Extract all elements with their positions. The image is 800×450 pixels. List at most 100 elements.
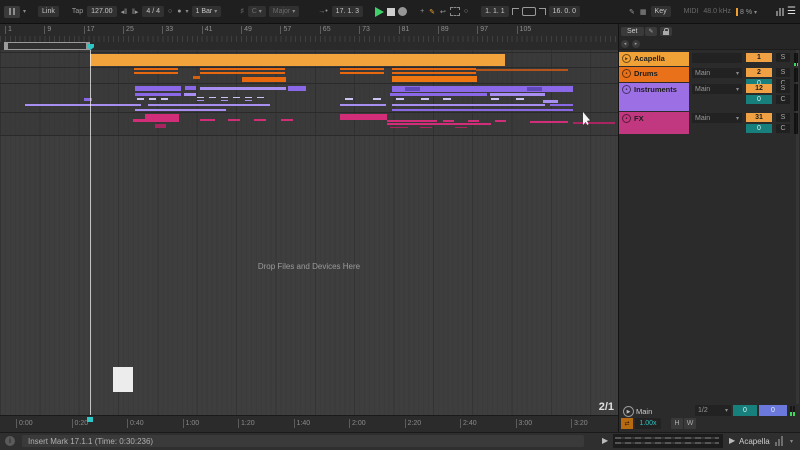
clip[interactable] bbox=[390, 126, 408, 128]
clip[interactable] bbox=[443, 119, 454, 122]
clip[interactable] bbox=[197, 99, 204, 101]
control-surface-icon[interactable] bbox=[4, 5, 20, 18]
midi-map-button[interactable]: MIDI bbox=[683, 6, 700, 17]
clip[interactable] bbox=[281, 118, 293, 121]
clip[interactable] bbox=[527, 87, 542, 91]
clip[interactable] bbox=[113, 367, 133, 392]
loop-switch-icon[interactable] bbox=[521, 7, 536, 16]
track-color-block[interactable]: ▸ Acapella bbox=[619, 52, 689, 66]
volume-field[interactable]: 2 bbox=[746, 68, 772, 77]
clip[interactable] bbox=[387, 123, 491, 125]
height-button[interactable]: H bbox=[671, 418, 683, 429]
menu-icon[interactable]: ☰ bbox=[787, 6, 796, 17]
clip[interactable] bbox=[392, 75, 477, 82]
midi-overdub-icon[interactable]: + bbox=[419, 6, 425, 17]
clip[interactable] bbox=[185, 86, 196, 90]
nudge-down-button[interactable]: ◂‖ bbox=[120, 6, 128, 18]
loop-brace[interactable] bbox=[4, 42, 90, 50]
clip[interactable] bbox=[242, 76, 286, 82]
stop-button[interactable] bbox=[387, 7, 396, 16]
follow-icon[interactable]: →• bbox=[317, 6, 328, 17]
grid-icon[interactable]: ▦ bbox=[639, 6, 648, 18]
main-volume-field[interactable]: 0 bbox=[759, 405, 787, 416]
metronome-chevron-icon[interactable]: ▾ bbox=[185, 8, 188, 15]
clip[interactable] bbox=[221, 96, 228, 98]
clip[interactable] bbox=[392, 109, 573, 111]
solo-button[interactable]: S bbox=[776, 84, 790, 93]
track-color-block[interactable]: • FX bbox=[619, 112, 689, 134]
clip[interactable] bbox=[149, 97, 156, 100]
time-signature-field[interactable]: 4 / 4 bbox=[142, 6, 165, 17]
clip[interactable] bbox=[288, 85, 306, 91]
clip[interactable] bbox=[161, 97, 168, 100]
set-locator-button[interactable]: Set bbox=[621, 27, 644, 36]
track-header-instruments[interactable]: • Instruments Main ▾ 12 S 0 C bbox=[619, 83, 800, 112]
clip[interactable] bbox=[257, 96, 264, 98]
grid-value-menu[interactable]: 1/2 ▾ bbox=[695, 405, 731, 416]
clip[interactable] bbox=[200, 68, 285, 70]
session-record-icon[interactable]: ○ bbox=[463, 6, 469, 17]
clip[interactable] bbox=[200, 86, 286, 90]
clip[interactable] bbox=[340, 104, 386, 106]
preview-volume-icon[interactable] bbox=[775, 436, 783, 446]
tempo-field[interactable]: 127.00 bbox=[87, 6, 117, 17]
clip[interactable] bbox=[340, 68, 384, 70]
output-routing-box[interactable]: Main ▾ bbox=[692, 113, 742, 123]
clip[interactable] bbox=[254, 118, 266, 121]
clip[interactable] bbox=[135, 92, 181, 96]
preview-play-icon[interactable]: ▶ bbox=[602, 436, 608, 445]
punch-in-icon[interactable] bbox=[511, 8, 519, 15]
loop-start-field[interactable]: 1. 1. 1 bbox=[481, 6, 509, 17]
track-color-block[interactable]: • Instruments bbox=[619, 83, 689, 111]
clip[interactable] bbox=[228, 118, 240, 121]
warp-icon[interactable]: ⇄ bbox=[621, 418, 633, 429]
solo-button[interactable]: S bbox=[776, 68, 790, 77]
clip[interactable] bbox=[197, 96, 204, 98]
scale-mode-menu[interactable]: Major ▾ bbox=[268, 6, 300, 17]
clip[interactable] bbox=[495, 119, 506, 122]
clip[interactable] bbox=[345, 97, 353, 100]
clip[interactable] bbox=[390, 92, 487, 96]
info-icon[interactable]: i bbox=[5, 436, 15, 446]
clip[interactable] bbox=[25, 103, 141, 106]
clip[interactable] bbox=[184, 93, 196, 96]
draw-mode-icon[interactable]: ✎ bbox=[628, 6, 636, 18]
volume-field[interactable]: 1 bbox=[746, 53, 772, 62]
clip[interactable] bbox=[516, 97, 524, 100]
beat-time-ruler[interactable]: 1 9 17 25 33 41 49 57 65 73 81 89 97 105 bbox=[0, 24, 618, 51]
output-routing-box[interactable] bbox=[692, 53, 742, 63]
automation-arm-icon[interactable]: ✎ bbox=[428, 6, 436, 18]
clip[interactable] bbox=[530, 120, 568, 123]
clip[interactable] bbox=[405, 87, 420, 91]
key-map-button[interactable]: Key bbox=[650, 6, 671, 17]
capture-midi-icon[interactable] bbox=[449, 7, 460, 16]
play-button[interactable] bbox=[375, 6, 385, 17]
draw-automation-icon[interactable]: ✎ bbox=[645, 27, 657, 36]
main-play-icon[interactable]: ▶ bbox=[623, 406, 634, 417]
main-pan-field[interactable]: 0 bbox=[733, 405, 757, 416]
clip[interactable] bbox=[396, 97, 404, 100]
clip[interactable] bbox=[387, 119, 437, 122]
clip[interactable] bbox=[134, 68, 178, 70]
volume-field[interactable]: 12 bbox=[746, 84, 772, 93]
width-button[interactable]: W bbox=[684, 418, 696, 429]
clip[interactable] bbox=[135, 85, 181, 91]
volume-field[interactable]: 31 bbox=[746, 113, 772, 122]
next-locator-icon[interactable]: ▸ bbox=[632, 40, 640, 48]
previous-locator-icon[interactable]: ◂ bbox=[621, 40, 629, 48]
punch-out-icon[interactable] bbox=[538, 8, 546, 15]
clip[interactable] bbox=[421, 97, 429, 100]
scale-root-menu[interactable]: C ▾ bbox=[247, 6, 266, 17]
clip[interactable] bbox=[133, 118, 179, 122]
reenable-automation-icon[interactable]: ↩ bbox=[439, 6, 447, 18]
time-ruler[interactable]: 0:00 0:20 0:40 1:00 1:20 1:40 2:00 2:20 2:40 3:00… bbox=[0, 415, 618, 433]
clip[interactable] bbox=[200, 71, 285, 74]
clip[interactable] bbox=[373, 97, 381, 100]
clip[interactable] bbox=[193, 75, 200, 79]
clip[interactable] bbox=[543, 99, 558, 103]
control-surface-chevron-icon[interactable]: ▾ bbox=[23, 8, 26, 15]
pan-field[interactable]: 0 bbox=[746, 95, 772, 104]
clip[interactable] bbox=[573, 121, 615, 124]
clip[interactable] bbox=[476, 68, 568, 71]
clip[interactable] bbox=[134, 71, 178, 74]
